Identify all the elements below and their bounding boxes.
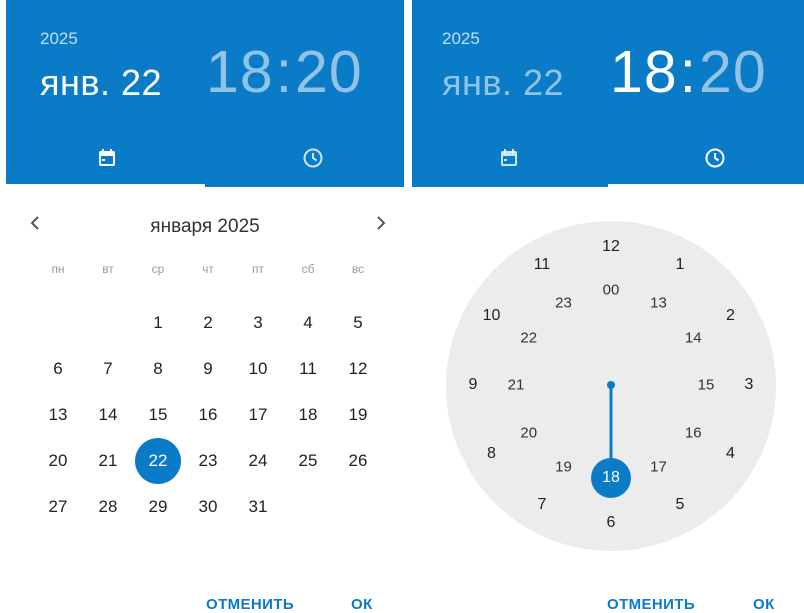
clock-hour-outer[interactable]: 6 (607, 514, 616, 532)
clock-hour-inner[interactable]: 20 (520, 424, 537, 441)
clock-hour-inner[interactable]: 21 (508, 377, 525, 394)
clock-hour-inner[interactable]: 23 (555, 294, 572, 311)
clock-hour-outer[interactable]: 3 (745, 376, 754, 394)
clock-hour-inner[interactable]: 16 (685, 424, 702, 441)
clock-hour-outer[interactable]: 10 (483, 307, 501, 325)
clock-hour-outer[interactable]: 12 (602, 238, 620, 256)
clock-hand (607, 381, 615, 460)
clock-hour-outer[interactable]: 11 (534, 256, 551, 274)
clock-hour-inner[interactable]: 13 (650, 294, 667, 311)
clock-hour-outer[interactable]: 9 (469, 376, 478, 394)
clock-hour-inner[interactable]: 22 (520, 329, 537, 346)
clock-hour-outer[interactable]: 5 (676, 496, 685, 514)
clock-hour-inner[interactable]: 15 (698, 377, 715, 394)
clock-hour-inner[interactable]: 19 (555, 459, 572, 476)
clock-hour-outer[interactable]: 4 (726, 445, 735, 463)
clock-hour-inner[interactable]: 00 (603, 282, 620, 299)
clock-hour-inner[interactable]: 14 (685, 329, 702, 346)
selected-hour[interactable]: 18 (591, 458, 631, 498)
clock-hour-inner[interactable]: 17 (650, 459, 667, 476)
clock-hour-outer[interactable]: 2 (726, 307, 735, 325)
clock-hour-outer[interactable]: 7 (538, 496, 547, 514)
clock-hour-outer[interactable]: 8 (487, 445, 496, 463)
clock-hour-outer[interactable]: 1 (676, 256, 685, 274)
